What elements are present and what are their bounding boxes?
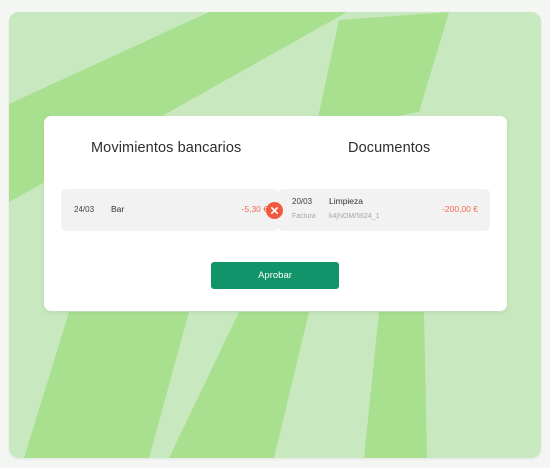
- bank-movement-date: 24/03: [74, 205, 95, 214]
- close-icon: [270, 206, 279, 215]
- document-type: Factura: [292, 213, 316, 220]
- document-title: Limpieza: [329, 196, 364, 206]
- document-reference: k4jNOM/5624_1: [329, 213, 380, 220]
- bank-movements-heading: Movimientos bancarios: [91, 140, 242, 156]
- document-date: 20/03: [292, 197, 313, 206]
- unlink-button[interactable]: [266, 202, 283, 219]
- bank-movement-concept: Bar: [111, 204, 125, 214]
- bank-movement-row[interactable]: 24/03 Bar -5,30 €: [61, 189, 278, 231]
- document-row[interactable]: 20/03 Factura Limpieza k4jNOM/5624_1 -20…: [278, 189, 490, 231]
- documents-heading: Documentos: [348, 140, 431, 156]
- document-amount: -200,00 €: [442, 204, 478, 214]
- approve-button[interactable]: Aprobar: [211, 262, 339, 289]
- reconciliation-card: Movimientos bancarios Documentos 24/03 B…: [44, 116, 507, 311]
- bank-movement-amount: -5,30 €: [241, 204, 268, 214]
- background-panel: Movimientos bancarios Documentos 24/03 B…: [9, 12, 541, 458]
